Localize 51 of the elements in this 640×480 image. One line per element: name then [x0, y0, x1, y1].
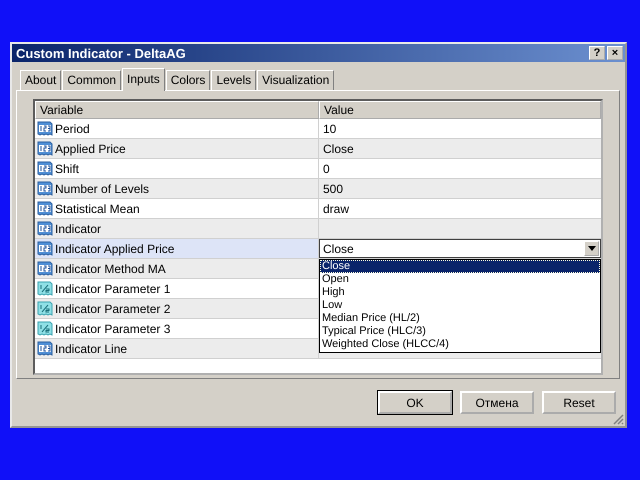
table-cell[interactable]: Period	[35, 119, 319, 138]
table-cell[interactable]: Indicator Parameter 1	[35, 279, 319, 298]
table-cell[interactable]: Indicator Applied Price	[35, 239, 319, 258]
close-button[interactable]: ×	[607, 46, 623, 60]
dropdown-option[interactable]: Low	[320, 299, 600, 312]
table-cell[interactable]: Indicator Method MA	[35, 259, 319, 278]
resize-grip-icon[interactable]	[612, 413, 624, 425]
variable-name: Period	[55, 122, 90, 136]
variable-name: Number of Levels	[55, 182, 150, 196]
value-text: 500	[323, 182, 344, 196]
dropdown-option[interactable]: Open	[320, 273, 600, 286]
variable-name: Indicator Parameter 2	[55, 302, 170, 316]
dialog-button[interactable]: Отмена	[460, 391, 534, 414]
dropdown-option[interactable]: Median Price (HL/2)	[320, 312, 600, 325]
tab[interactable]: Colors	[166, 70, 210, 90]
table-cell[interactable]: Indicator Line	[35, 339, 319, 358]
column-header[interactable]: Variable	[35, 101, 319, 119]
tab[interactable]: Common	[62, 70, 122, 90]
table-cell[interactable]: Indicator Parameter 3	[35, 319, 319, 338]
table-cell[interactable]: Statistical Mean	[35, 199, 319, 218]
tab[interactable]: Visualization	[257, 70, 334, 90]
variable-name: Indicator Applied Price	[55, 242, 174, 256]
variable-name: Indicator Parameter 1	[55, 282, 170, 296]
dropdown-option[interactable]: High	[320, 286, 600, 299]
value-text: Close	[323, 142, 354, 156]
dropdown-option[interactable]: Weighted Close (HLCC/4)	[320, 338, 600, 351]
variable-name: Indicator Line	[55, 342, 128, 356]
dropdown-option[interactable]: Close	[320, 260, 600, 273]
variable-name: Shift	[55, 162, 80, 176]
value-text: 10	[323, 122, 336, 136]
value-text: 0	[323, 162, 330, 176]
help-button[interactable]: ?	[589, 46, 605, 60]
tab[interactable]: Levels	[211, 70, 256, 90]
table-cell[interactable]: Indicator Parameter 2	[35, 299, 319, 318]
variable-name: Indicator Method MA	[55, 262, 166, 276]
table-cell[interactable]: Applied Price	[35, 139, 319, 158]
dropdown-option[interactable]: Typical Price (HLC/3)	[320, 325, 600, 338]
window-title: Custom Indicator - DeltaAG	[16, 46, 186, 60]
variable-name: Indicator Parameter 3	[55, 322, 170, 336]
table-cell[interactable]: Number of Levels	[35, 179, 319, 198]
variable-name: Applied Price	[55, 142, 126, 156]
column-header[interactable]: Value	[319, 101, 601, 119]
value-text: draw	[323, 202, 350, 216]
price-dropdown[interactable]: Close	[319, 239, 601, 258]
tab[interactable]: Inputs	[122, 68, 165, 91]
dialog-button[interactable]: OK	[378, 391, 452, 414]
variable-name: Statistical Mean	[55, 202, 140, 216]
variable-name: Indicator	[55, 222, 102, 236]
table-cell[interactable]: Shift	[35, 159, 319, 178]
dialog-button[interactable]: Reset	[542, 391, 616, 414]
tab[interactable]: About	[20, 70, 62, 90]
